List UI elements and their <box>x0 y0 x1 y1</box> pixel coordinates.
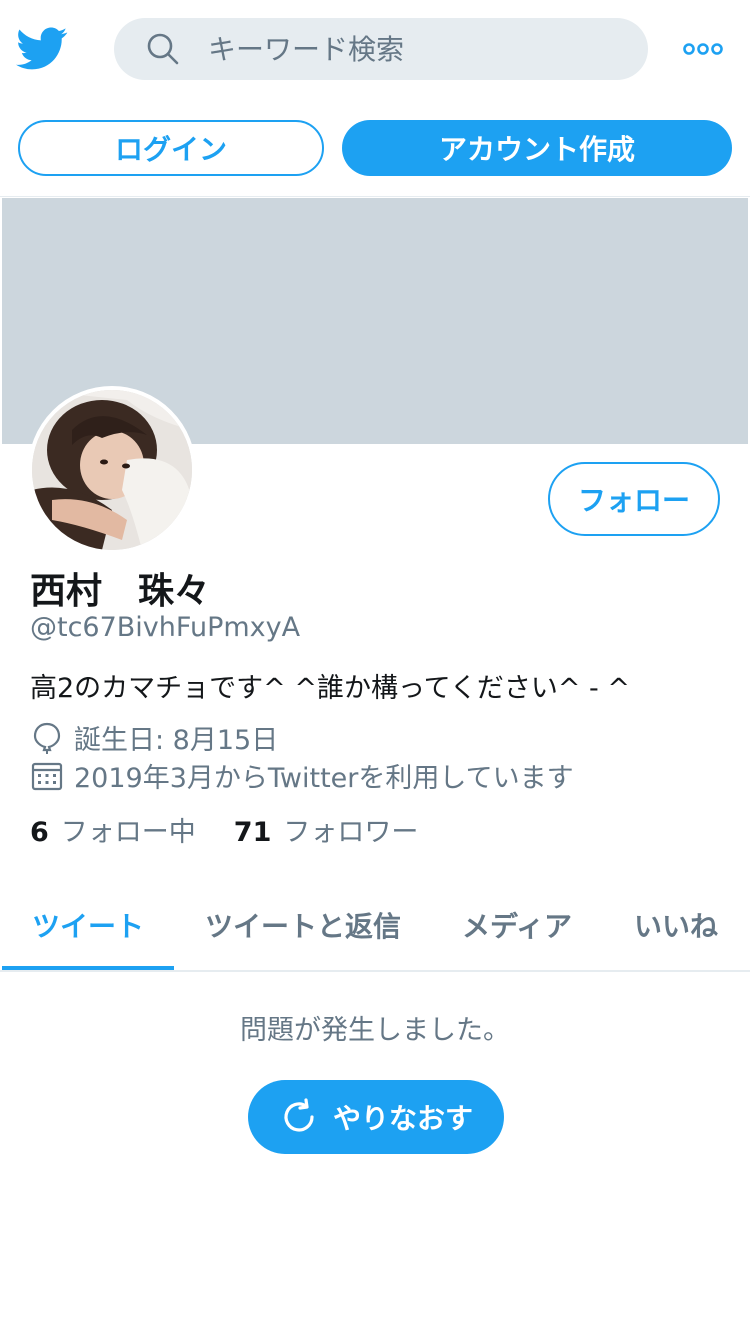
following-label: フォロー中 <box>60 817 196 848</box>
avatar-image <box>32 390 192 550</box>
tabs-divider <box>0 970 750 972</box>
signup-button[interactable]: アカウント作成 <box>342 120 732 176</box>
profile-name: 西村 珠々 <box>30 571 211 612</box>
followers-count: 71 <box>233 817 272 848</box>
tab-tweets-and-replies[interactable]: ツイートと返信 <box>190 880 416 970</box>
joined-text: 2019年3月からTwitterを利用しています <box>74 763 574 794</box>
tab-media[interactable]: メディア <box>446 880 588 970</box>
birthday-text: 誕生日: 8月15日 <box>74 725 279 756</box>
search-bar[interactable] <box>114 18 648 80</box>
refresh-icon <box>284 1098 314 1132</box>
follow-stats: 6 フォロー中 71 フォロワー <box>30 810 418 849</box>
search-input[interactable] <box>208 32 588 66</box>
balloon-icon <box>33 722 61 754</box>
joined-row: 2019年3月からTwitterを利用しています <box>30 756 574 795</box>
followers-link[interactable]: 71 フォロワー <box>234 810 419 849</box>
profile-tabs: ツイート ツイートと返信 メディア いいね <box>0 880 750 972</box>
retry-button[interactable]: やりなおす <box>248 1080 504 1154</box>
avatar[interactable] <box>28 386 196 554</box>
more-icon[interactable] <box>683 40 723 58</box>
twitter-bird-icon[interactable] <box>16 26 68 72</box>
error-message: 問題が発生しました。 <box>240 1015 510 1046</box>
retry-label: やりなおす <box>332 1102 473 1135</box>
follow-button[interactable]: フォロー <box>548 462 720 536</box>
tab-tweets[interactable]: ツイート <box>2 880 174 970</box>
profile-handle: @tc67BivhFuPmxyA <box>30 612 301 643</box>
birthday-row: 誕生日: 8月15日 <box>30 718 278 757</box>
calendar-icon <box>31 762 63 790</box>
login-button[interactable]: ログイン <box>18 120 324 176</box>
header-divider <box>0 196 750 197</box>
profile-bio: 高2のカマチョです^ ^誰か構ってください^ - ^ <box>30 673 630 704</box>
following-count: 6 <box>30 817 49 848</box>
following-link[interactable]: 6 フォロー中 <box>30 810 196 849</box>
tab-likes[interactable]: いいね <box>620 880 732 970</box>
followers-label: フォロワー <box>283 817 419 848</box>
search-icon <box>147 33 179 65</box>
